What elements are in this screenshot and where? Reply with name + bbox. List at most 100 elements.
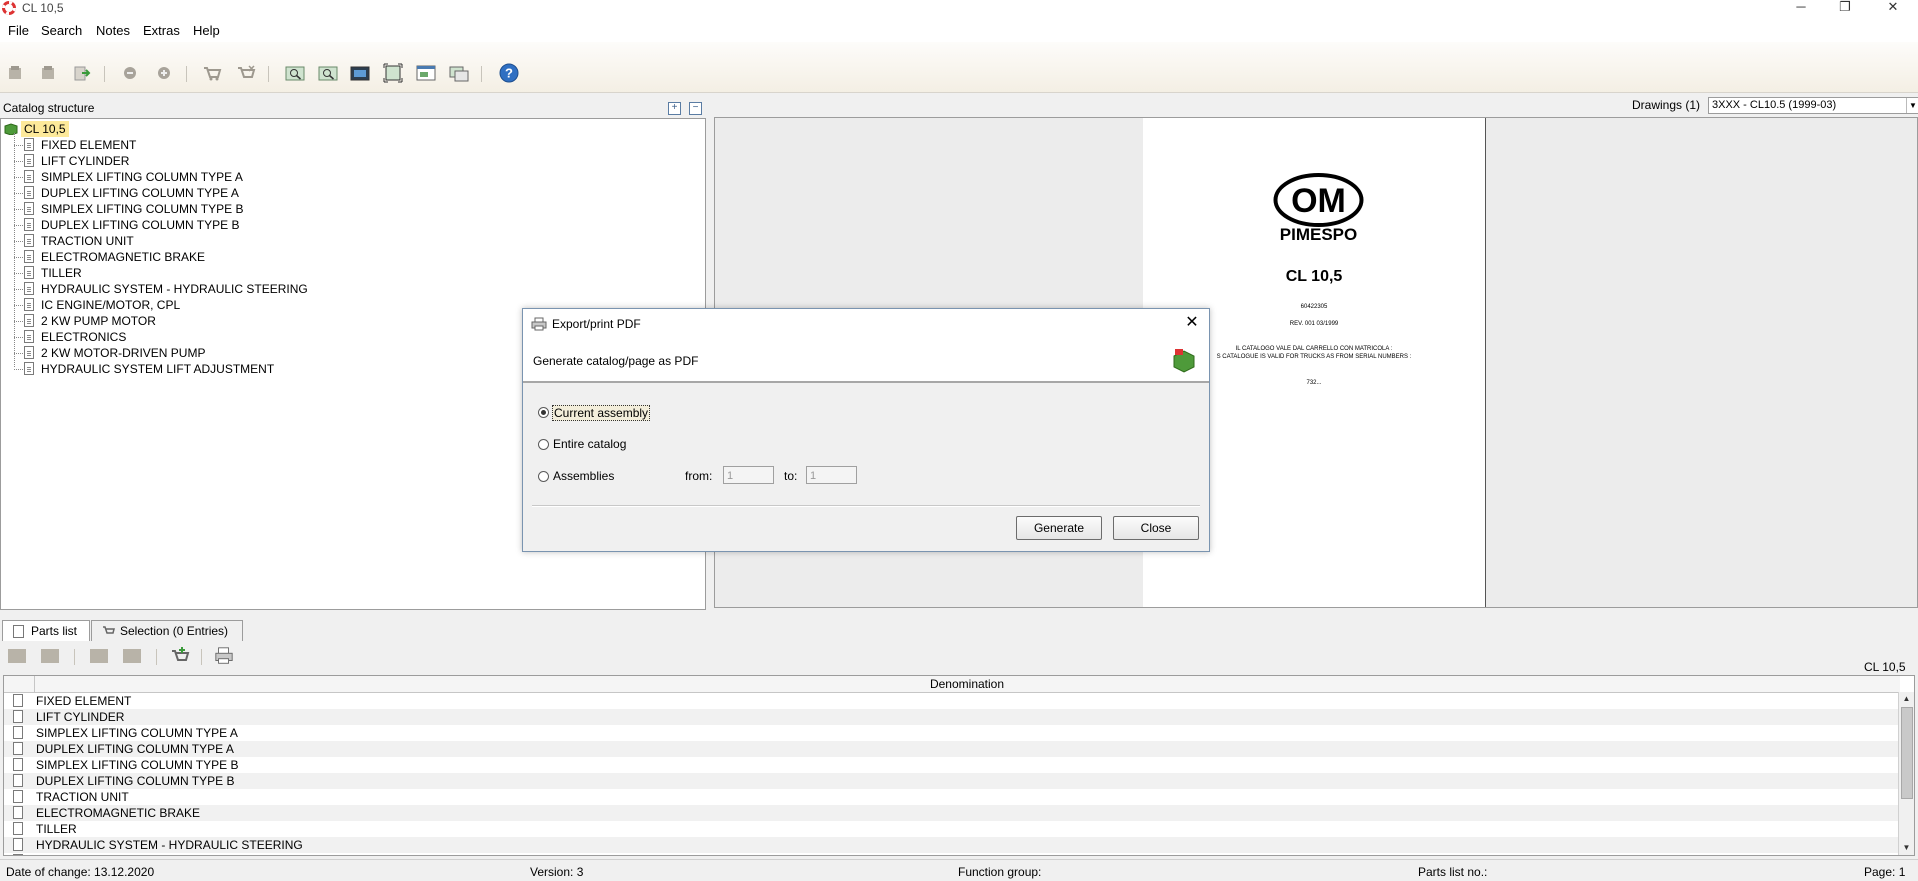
parts-scrollbar[interactable]: ▲ ▼ xyxy=(1898,692,1914,855)
collapse-icon[interactable] xyxy=(40,646,60,666)
window-icon[interactable] xyxy=(416,63,436,83)
table-row[interactable]: SIMPLEX LIFTING COLUMN TYPE B xyxy=(4,757,1900,773)
status-date: Date of change: 13.12.2020 xyxy=(6,865,155,879)
tree-connector xyxy=(14,337,23,338)
dialog-subtitle: Generate catalog/page as PDF xyxy=(533,354,699,368)
close-window-button[interactable]: ✕ xyxy=(1870,0,1916,16)
table-row[interactable]: FIXED ELEMENT xyxy=(4,693,1900,709)
toolbar-separator xyxy=(268,66,269,82)
chevron-down-icon[interactable]: ▼ xyxy=(1906,98,1918,113)
tree-connector xyxy=(14,305,23,306)
menu-search[interactable]: Search xyxy=(41,23,82,38)
next-icon[interactable] xyxy=(122,646,142,666)
catalog-structure-title: Catalog structure xyxy=(3,101,95,115)
table-row[interactable]: HYDRAULIC SYSTEM - HYDRAULIC STEERING xyxy=(4,837,1900,853)
table-row[interactable]: IC ENGINE/MOTOR, CPL xyxy=(4,853,1900,855)
drawings-select-value: 3XXX - CL10.5 (1999-03) xyxy=(1712,99,1837,111)
tree-item-label: IC ENGINE/MOTOR, CPL xyxy=(41,298,181,312)
add-to-cart-icon[interactable] xyxy=(170,646,190,666)
table-row[interactable]: ELECTROMAGNETIC BRAKE xyxy=(4,805,1900,821)
status-page: Page: 1 xyxy=(1864,865,1906,879)
restore-button[interactable]: ❐ xyxy=(1822,0,1868,16)
doc-icon xyxy=(24,266,34,279)
tree-item-label: SIMPLEX LIFTING COLUMN TYPE B xyxy=(41,202,244,216)
fit-page-icon[interactable] xyxy=(383,63,403,83)
horizontal-splitter[interactable] xyxy=(0,608,1918,620)
doc-icon xyxy=(24,138,34,151)
tree-item-label: TRACTION UNIT xyxy=(41,234,134,248)
doc-icon xyxy=(24,250,34,263)
row-denomination: ELECTROMAGNETIC BRAKE xyxy=(36,806,201,820)
tab-selection[interactable]: Selection (0 Entries) xyxy=(91,620,243,641)
menu-extras[interactable]: Extras xyxy=(143,23,180,38)
tree-connector xyxy=(14,133,15,367)
toolbar-separator xyxy=(481,66,482,82)
menu-notes[interactable]: Notes xyxy=(96,23,130,38)
scroll-up-icon[interactable]: ▲ xyxy=(1899,692,1914,706)
settings-icon[interactable] xyxy=(449,63,469,83)
row-denomination: SIMPLEX LIFTING COLUMN TYPE A xyxy=(36,726,238,740)
table-row[interactable]: SIMPLEX LIFTING COLUMN TYPE A xyxy=(4,725,1900,741)
history-forward-icon[interactable] xyxy=(154,63,174,83)
status-version: Version: 3 xyxy=(530,865,584,879)
tree-connector xyxy=(14,161,23,162)
drawings-select[interactable]: 3XXX - CL10.5 (1999-03) ▼ xyxy=(1708,97,1918,114)
prev-icon[interactable] xyxy=(89,646,109,666)
catalog-structure-header: Catalog structure + − xyxy=(0,96,706,118)
collapse-all-button[interactable]: − xyxy=(689,102,702,115)
radio-entire-catalog[interactable] xyxy=(538,439,549,450)
tab-parts-list[interactable]: Parts list xyxy=(2,620,90,641)
cart-icon[interactable] xyxy=(202,63,222,83)
expand-all-button[interactable]: + xyxy=(668,102,681,115)
tree-connector xyxy=(14,257,23,258)
doc-icon xyxy=(24,330,34,343)
table-row[interactable]: LIFT CYLINDER xyxy=(4,709,1900,725)
zoom-out-icon[interactable] xyxy=(318,63,338,83)
doc-icon xyxy=(13,774,23,787)
scroll-down-icon[interactable]: ▼ xyxy=(1899,841,1914,855)
help-icon[interactable]: ? xyxy=(499,63,519,83)
zoom-in-icon[interactable] xyxy=(285,63,305,83)
expand-icon[interactable] xyxy=(7,646,27,666)
cart-remove-icon[interactable] xyxy=(236,63,256,83)
parts-table: Denomination FIXED ELEMENT LIFT CYLINDER S… xyxy=(3,675,1915,856)
close-button[interactable]: Close xyxy=(1113,516,1199,540)
table-row[interactable]: TRACTION UNIT xyxy=(4,789,1900,805)
status-bar: Date of change: 13.12.2020 Version: 3 Fu… xyxy=(0,859,1918,881)
table-row[interactable]: TILLER xyxy=(4,821,1900,837)
table-row[interactable]: DUPLEX LIFTING COLUMN TYPE A xyxy=(4,741,1900,757)
back-icon[interactable] xyxy=(5,63,25,83)
generate-button[interactable]: Generate xyxy=(1016,516,1102,540)
radio-current-assembly[interactable] xyxy=(538,407,549,418)
image-icon[interactable] xyxy=(350,63,370,83)
to-input[interactable]: 1 xyxy=(806,466,857,484)
table-row[interactable]: DUPLEX LIFTING COLUMN TYPE B xyxy=(4,773,1900,789)
label-entire-catalog[interactable]: Entire catalog xyxy=(553,437,626,451)
scroll-thumb[interactable] xyxy=(1901,707,1913,799)
label-assemblies[interactable]: Assemblies xyxy=(553,469,614,483)
dialog-header: Export/print PDF ✕ Generate catalog/page… xyxy=(523,309,1209,383)
menu-help[interactable]: Help xyxy=(193,23,220,38)
export-pdf-dialog: Export/print PDF ✕ Generate catalog/page… xyxy=(522,308,1210,552)
dialog-close-icon[interactable]: ✕ xyxy=(1183,314,1201,332)
book-icon xyxy=(4,123,18,135)
toolbar-separator xyxy=(156,649,157,665)
print-icon[interactable] xyxy=(214,646,234,666)
history-back-icon[interactable] xyxy=(120,63,140,83)
window-title: CL 10,5 xyxy=(22,1,64,15)
doc-icon xyxy=(24,218,34,231)
toolbar-separator xyxy=(186,66,187,82)
export-icon[interactable] xyxy=(72,63,92,83)
forward-icon[interactable] xyxy=(38,63,58,83)
menu-file[interactable]: File xyxy=(8,23,29,38)
doc-icon xyxy=(24,282,34,295)
logo-om-text: OM xyxy=(1291,182,1346,220)
drawing-model-title: CL 10,5 xyxy=(1285,268,1343,285)
label-current-assembly[interactable]: Current assembly xyxy=(552,405,651,421)
from-input[interactable]: 1 xyxy=(723,466,774,484)
status-parts-list-no: Parts list no.: xyxy=(1418,865,1488,879)
tree-item-label: ELECTROMAGNETIC BRAKE xyxy=(41,250,206,264)
minimize-button[interactable]: ─ xyxy=(1778,0,1824,16)
radio-assemblies[interactable] xyxy=(538,471,549,482)
column-denomination[interactable]: Denomination xyxy=(34,676,1900,692)
